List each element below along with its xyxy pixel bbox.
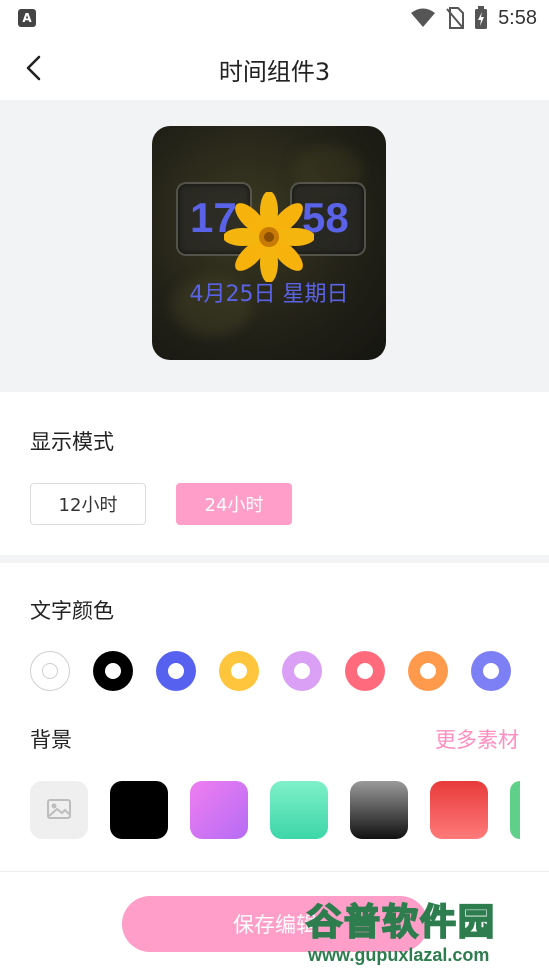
watermark-url: www.gupuxlazal.com [308, 945, 490, 965]
color-swatch-blue[interactable] [156, 651, 196, 691]
flower-image [224, 192, 314, 282]
bg-tile-gray-black[interactable] [350, 781, 408, 839]
color-swatch-orange[interactable] [408, 651, 448, 691]
footer-divider [0, 871, 549, 872]
no-sim-icon [446, 7, 465, 29]
bg-tile-red[interactable] [430, 781, 488, 839]
status-icons: 5:58 [410, 6, 537, 30]
color-swatch-periwinkle[interactable] [471, 651, 511, 691]
color-swatch-yellow[interactable] [219, 651, 259, 691]
page-title: 时间组件3 [218, 58, 331, 86]
status-bar: A 5:58 [0, 0, 549, 36]
display-mode-label: 显示模式 [30, 430, 114, 454]
app-notification-icon: A [18, 9, 36, 27]
header: 时间组件3 [0, 36, 549, 100]
color-swatch-red[interactable] [345, 651, 385, 691]
clock-time: 5:58 [498, 6, 537, 29]
bg-tile-mint[interactable] [270, 781, 328, 839]
color-swatch-white[interactable] [30, 651, 70, 691]
color-swatch-lavender[interactable] [282, 651, 322, 691]
bg-tile-black[interactable] [110, 781, 168, 839]
wifi-icon [411, 8, 436, 27]
widget-preview-area: 17 : 58 4月25日 星期日 [0, 100, 549, 392]
date-text: 4月25日 星期日 [189, 282, 349, 307]
image-placeholder-icon [47, 799, 71, 819]
more-materials-link[interactable]: 更多素材 [435, 724, 519, 754]
battery-charging-icon [475, 6, 488, 29]
mode-24h-button[interactable]: 24小时 [176, 483, 292, 525]
watermark-logo: 谷普软件园 www.gupuxlazal.com [300, 889, 549, 976]
bg-tile-violet[interactable] [190, 781, 248, 839]
bg-tile-green[interactable] [510, 781, 520, 839]
text-color-label: 文字颜色 [30, 599, 114, 623]
mode-12h-button[interactable]: 12小时 [30, 483, 146, 525]
bg-tile-custom-image[interactable] [30, 781, 88, 839]
section-divider [0, 555, 549, 563]
watermark-title: 谷普软件园 [305, 901, 497, 944]
clock-widget-preview: 17 : 58 4月25日 星期日 [152, 126, 386, 360]
background-label: 背景 [30, 728, 72, 752]
color-swatch-black[interactable] [93, 651, 133, 691]
